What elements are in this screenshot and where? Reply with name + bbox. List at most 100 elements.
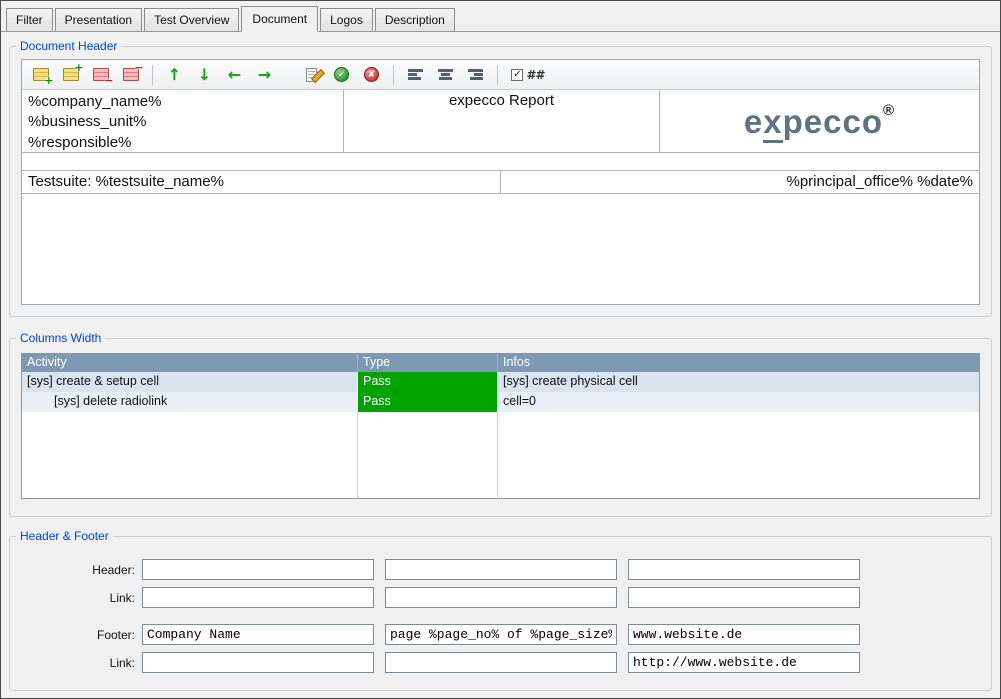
table-header-row: Activity Type Infos — [22, 354, 979, 372]
logo-cell[interactable]: expecco® — [660, 90, 979, 152]
header-link-row: Link: — [10, 587, 991, 608]
tab-presentation[interactable]: Presentation — [55, 8, 142, 31]
add-table-row-button[interactable]: + — [27, 63, 54, 87]
report-header-preview: %company_name% %business_unit% %responsi… — [22, 90, 979, 304]
left-arrow-icon: ← — [228, 65, 241, 84]
columns-width-group-title: Columns Width — [16, 331, 105, 345]
report-title-cell[interactable]: expecco Report — [344, 90, 660, 152]
columns-width-group: Columns Width Activity Type Infos [sys] … — [9, 331, 992, 517]
align-center-icon — [438, 68, 453, 81]
column-header-activity[interactable]: Activity — [22, 354, 358, 372]
move-down-button[interactable]: ↓ — [191, 63, 218, 87]
footer-center-input[interactable] — [385, 624, 617, 645]
toolbar-separator — [393, 65, 394, 85]
align-left-icon — [408, 68, 423, 81]
edit-pencil-icon — [306, 68, 317, 82]
type-cell-pass: Pass — [358, 392, 498, 412]
delete-table-column-button[interactable]: − — [117, 63, 144, 87]
tab-description[interactable]: Description — [375, 8, 455, 31]
column-header-type[interactable]: Type — [358, 354, 498, 372]
table-row[interactable]: [sys] create & setup cell Pass [sys] cre… — [22, 372, 979, 392]
empty-activity-column — [22, 412, 358, 498]
header-left-input[interactable] — [142, 559, 374, 580]
checkbox-icon: ✓ — [511, 69, 523, 81]
footer-link-right-input[interactable] — [628, 652, 860, 673]
footer-label: Footer: — [10, 628, 142, 642]
table-row[interactable]: [sys] delete radiolink Pass cell=0 — [22, 392, 979, 412]
toolbar-separator — [152, 65, 153, 85]
toggle-grid-numbers-button[interactable]: ✓ ## — [506, 63, 550, 87]
document-header-toolbar: + + − − ↑ ↓ ← → ✓ ✘ — [22, 60, 979, 90]
header-link-label: Link: — [10, 591, 142, 605]
header-link-left-input[interactable] — [142, 587, 374, 608]
delete-table-row-button[interactable]: − — [87, 63, 114, 87]
header-footer-form: Header: Link: Footer: Link: — [10, 543, 991, 673]
preview-row-2: Testsuite: %testsuite_name% %principal_o… — [22, 170, 979, 194]
expecco-logo: expecco® — [744, 102, 895, 141]
document-header-group: Document Header + + − − ↑ ↓ ← → — [9, 39, 992, 317]
testsuite-cell[interactable]: Testsuite: %testsuite_name% — [22, 171, 501, 193]
tab-document[interactable]: Document — [241, 6, 318, 32]
move-left-button[interactable]: ← — [221, 63, 248, 87]
move-up-button[interactable]: ↑ — [161, 63, 188, 87]
header-footer-group-title: Header & Footer — [16, 529, 113, 543]
tab-test-overview[interactable]: Test Overview — [144, 8, 239, 31]
edit-cell-button[interactable] — [298, 63, 325, 87]
table-empty-area — [22, 412, 979, 498]
down-arrow-icon: ↓ — [198, 65, 211, 84]
grid-hash-icon: ## — [526, 68, 544, 82]
activity-cell: [sys] create & setup cell — [22, 372, 358, 392]
header-row: Header: — [10, 559, 991, 580]
company-cell[interactable]: %company_name% %business_unit% %responsi… — [22, 90, 344, 152]
header-center-input[interactable] — [385, 559, 617, 580]
up-arrow-icon: ↑ — [168, 65, 181, 84]
settings-window: Filter Presentation Test Overview Docume… — [0, 0, 1001, 699]
responsible-line: %responsible% — [28, 133, 337, 153]
office-date-cell[interactable]: %principal_office% %date% — [501, 171, 980, 193]
document-header-group-title: Document Header — [16, 39, 121, 53]
columns-preview-table: Activity Type Infos [sys] create & setup… — [21, 353, 980, 499]
tab-bar: Filter Presentation Test Overview Docume… — [1, 1, 1000, 32]
company-name-line: %company_name% — [28, 92, 337, 112]
move-right-button[interactable]: → — [251, 63, 278, 87]
column-header-infos[interactable]: Infos — [498, 354, 979, 372]
header-label: Header: — [10, 563, 142, 577]
table-delete-column-icon: − — [123, 68, 139, 81]
add-table-column-button[interactable]: + — [57, 63, 84, 87]
align-left-button[interactable] — [402, 63, 429, 87]
document-header-panel: + + − − ↑ ↓ ← → ✓ ✘ — [21, 59, 980, 305]
office-date-text: %principal_office% %date% — [787, 173, 974, 190]
footer-link-left-input[interactable] — [142, 652, 374, 673]
header-footer-group: Header & Footer Header: Link: Footer: — [9, 529, 992, 691]
infos-cell: [sys] create physical cell — [498, 372, 979, 392]
empty-type-column — [358, 412, 498, 498]
align-center-button[interactable] — [432, 63, 459, 87]
right-arrow-icon: → — [258, 65, 271, 84]
testsuite-text: Testsuite: %testsuite_name% — [28, 173, 224, 190]
footer-row: Footer: — [10, 624, 991, 645]
table-add-column-icon: + — [63, 68, 79, 81]
accept-button[interactable]: ✓ — [328, 63, 355, 87]
footer-right-input[interactable] — [628, 624, 860, 645]
toolbar-separator — [497, 65, 498, 85]
ok-icon: ✓ — [334, 67, 349, 82]
report-title-text: expecco Report — [449, 92, 554, 109]
tab-logos[interactable]: Logos — [320, 8, 373, 31]
align-right-icon — [468, 68, 483, 81]
table-add-row-icon: + — [33, 68, 49, 81]
business-unit-line: %business_unit% — [28, 112, 337, 132]
table-delete-row-icon: − — [93, 68, 109, 81]
header-link-right-input[interactable] — [628, 587, 860, 608]
type-cell-pass: Pass — [358, 372, 498, 392]
header-link-center-input[interactable] — [385, 587, 617, 608]
tab-filter[interactable]: Filter — [6, 8, 53, 31]
header-right-input[interactable] — [628, 559, 860, 580]
infos-cell: cell=0 — [498, 392, 979, 412]
cancel-button[interactable]: ✘ — [358, 63, 385, 87]
footer-link-label: Link: — [10, 656, 142, 670]
align-right-button[interactable] — [462, 63, 489, 87]
activity-cell: [sys] delete radiolink — [22, 392, 358, 412]
empty-infos-column — [498, 412, 979, 498]
footer-left-input[interactable] — [142, 624, 374, 645]
footer-link-center-input[interactable] — [385, 652, 617, 673]
